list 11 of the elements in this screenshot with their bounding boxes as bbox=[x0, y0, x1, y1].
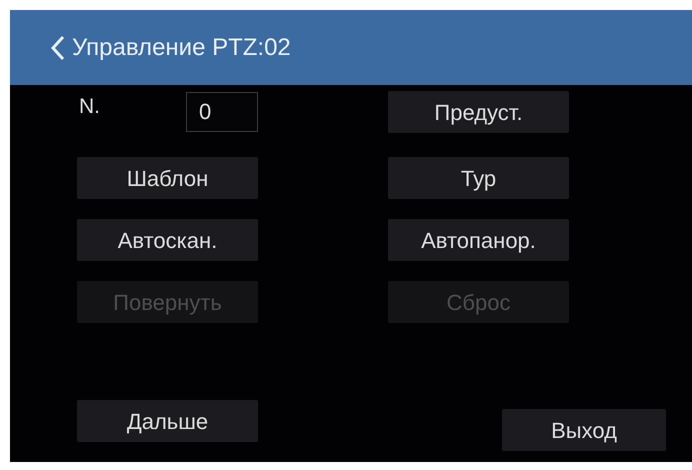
number-label: N. bbox=[78, 94, 101, 120]
action-button[interactable]: Автоскан. bbox=[77, 219, 258, 261]
action-button[interactable]: Предуст. bbox=[388, 91, 569, 133]
action-button[interactable]: Выход bbox=[502, 409, 666, 451]
number-field[interactable]: 0 bbox=[186, 92, 258, 132]
back-icon[interactable] bbox=[50, 34, 66, 60]
action-button[interactable]: Тур bbox=[388, 157, 569, 199]
window-title: Управление PTZ:02 bbox=[72, 32, 291, 62]
action-button[interactable]: Автопанор. bbox=[388, 219, 569, 261]
action-button[interactable]: Шаблон bbox=[77, 157, 258, 199]
action-button[interactable]: Дальше bbox=[77, 400, 258, 442]
